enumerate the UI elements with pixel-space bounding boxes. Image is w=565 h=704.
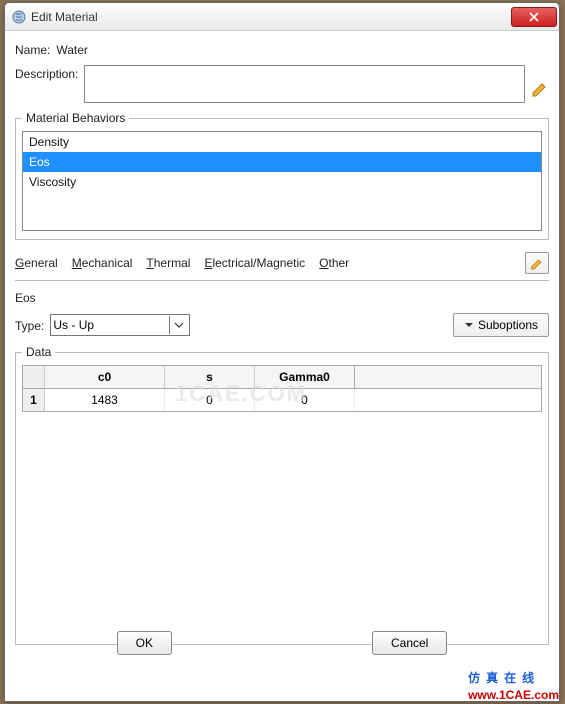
data-group: Data c0 s Gamma0 1 1483 0 0 bbox=[15, 345, 549, 645]
suboptions-button[interactable]: Suboptions bbox=[453, 313, 549, 337]
titlebar: Edit Material bbox=[5, 3, 559, 31]
tab-general[interactable]: General bbox=[15, 256, 58, 270]
name-value: Water bbox=[56, 41, 88, 57]
cell-gamma0[interactable]: 0 bbox=[255, 389, 355, 411]
pencil-icon[interactable] bbox=[531, 79, 549, 97]
category-tabs: General Mechanical Thermal Electrical/Ma… bbox=[15, 248, 549, 281]
description-input[interactable] bbox=[84, 65, 525, 103]
edit-material-dialog: Edit Material Name: Water Description: M… bbox=[4, 2, 560, 702]
name-row: Name: Water bbox=[15, 41, 549, 57]
table-row[interactable]: 1 1483 0 0 bbox=[23, 389, 541, 411]
type-select[interactable]: Us - Up bbox=[50, 314, 190, 336]
dialog-buttons: OK Cancel bbox=[5, 631, 559, 655]
edit-tabs-button[interactable] bbox=[525, 252, 549, 274]
window-title: Edit Material bbox=[31, 10, 511, 24]
chevron-down-icon bbox=[169, 316, 187, 334]
dialog-body: Name: Water Description: Material Behavi… bbox=[5, 31, 559, 659]
behaviors-legend: Material Behaviors bbox=[22, 111, 129, 125]
row-index-header bbox=[23, 366, 45, 388]
table-header: c0 s Gamma0 bbox=[23, 366, 541, 389]
cell-c0[interactable]: 1483 bbox=[45, 389, 165, 411]
behaviors-list[interactable]: Density Eos Viscosity bbox=[22, 131, 542, 231]
behavior-item-viscosity[interactable]: Viscosity bbox=[23, 172, 541, 192]
app-icon bbox=[11, 9, 27, 25]
ok-button[interactable]: OK bbox=[117, 631, 172, 655]
description-row: Description: bbox=[15, 65, 549, 103]
type-row: Type: Us - Up Suboptions bbox=[15, 313, 549, 337]
data-table[interactable]: c0 s Gamma0 1 1483 0 0 bbox=[22, 365, 542, 412]
tab-mechanical[interactable]: Mechanical bbox=[72, 256, 133, 270]
data-legend: Data bbox=[22, 345, 55, 359]
close-button[interactable] bbox=[511, 7, 557, 27]
tab-electrical[interactable]: Electrical/Magnetic bbox=[204, 256, 305, 270]
material-behaviors-group: Material Behaviors Density Eos Viscosity bbox=[15, 111, 549, 240]
col-c0: c0 bbox=[45, 366, 165, 388]
description-label: Description: bbox=[15, 65, 78, 81]
cell-s[interactable]: 0 bbox=[165, 389, 255, 411]
type-value: Us - Up bbox=[53, 318, 94, 332]
tab-thermal[interactable]: Thermal bbox=[146, 256, 190, 270]
row-index: 1 bbox=[23, 389, 45, 411]
watermark-bottom: 仿真在线 www.1CAE.com bbox=[468, 669, 559, 702]
type-label: Type: bbox=[15, 317, 44, 333]
name-label: Name: bbox=[15, 41, 50, 57]
behavior-item-density[interactable]: Density bbox=[23, 132, 541, 152]
col-gamma0: Gamma0 bbox=[255, 366, 355, 388]
behavior-item-eos[interactable]: Eos bbox=[23, 152, 541, 172]
tab-other[interactable]: Other bbox=[319, 256, 349, 270]
cancel-button[interactable]: Cancel bbox=[372, 631, 447, 655]
section-title: Eos bbox=[15, 291, 549, 305]
col-s: s bbox=[165, 366, 255, 388]
